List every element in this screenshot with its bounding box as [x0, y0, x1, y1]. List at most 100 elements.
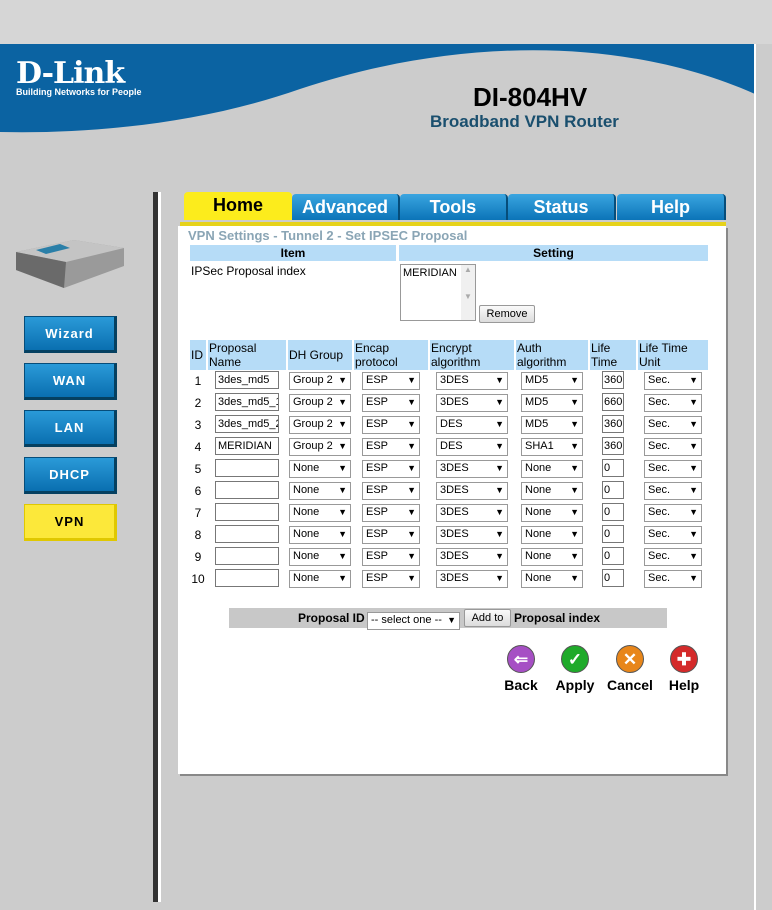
selected-value: ESP: [366, 506, 389, 518]
life-time-input[interactable]: 360: [602, 414, 624, 433]
proposal-name-input[interactable]: [215, 458, 279, 477]
table-row: 7 None ▼ ESP ▼ 3DES ▼ None ▼ 0 Sec. ▼: [190, 502, 708, 524]
dh-group-select[interactable]: None ▼: [289, 482, 351, 500]
encap-protocol-select[interactable]: ESP ▼: [362, 460, 420, 478]
encrypt-algorithm-select[interactable]: 3DES ▼: [436, 570, 508, 588]
proposal-name-input[interactable]: [215, 568, 279, 587]
auth-algorithm-select[interactable]: None ▼: [521, 548, 583, 566]
proposal-name-input[interactable]: [215, 524, 279, 543]
dh-group-select[interactable]: Group 2 ▼: [289, 394, 351, 412]
life-time-unit-select[interactable]: Sec. ▼: [644, 416, 702, 434]
encrypt-algorithm-select[interactable]: 3DES ▼: [436, 460, 508, 478]
sidebar-item-wizard[interactable]: Wizard: [24, 316, 117, 353]
remove-button[interactable]: Remove: [479, 305, 535, 323]
encap-protocol-select[interactable]: ESP ▼: [362, 482, 420, 500]
life-time-unit-select[interactable]: Sec. ▼: [644, 372, 702, 390]
model-name: DI-804HV: [473, 82, 588, 112]
encrypt-algorithm-select[interactable]: DES ▼: [436, 438, 508, 456]
encap-protocol-select[interactable]: ESP ▼: [362, 438, 420, 456]
encap-protocol-select[interactable]: ESP ▼: [362, 372, 420, 390]
dh-group-select[interactable]: None ▼: [289, 548, 351, 566]
chevron-down-icon: ▼: [689, 397, 698, 407]
auth-algorithm-select[interactable]: MD5 ▼: [521, 394, 583, 412]
encrypt-algorithm-select[interactable]: 3DES ▼: [436, 482, 508, 500]
dh-group-select[interactable]: Group 2 ▼: [289, 438, 351, 456]
life-time-unit-select[interactable]: Sec. ▼: [644, 394, 702, 412]
dh-group-select[interactable]: None ▼: [289, 570, 351, 588]
tab-status[interactable]: Status: [508, 194, 616, 220]
encrypt-algorithm-select[interactable]: 3DES ▼: [436, 504, 508, 522]
life-time-input[interactable]: 360: [602, 436, 624, 455]
life-time-unit-select[interactable]: Sec. ▼: [644, 460, 702, 478]
encap-protocol-select[interactable]: ESP ▼: [362, 526, 420, 544]
proposal-name-input[interactable]: [215, 502, 279, 521]
encap-protocol-select[interactable]: ESP ▼: [362, 570, 420, 588]
selected-value: Sec.: [648, 462, 671, 474]
proposal-name-input[interactable]: MERIDIAN: [215, 436, 279, 455]
life-time-input[interactable]: 660: [602, 392, 624, 411]
encrypt-algorithm-select[interactable]: 3DES ▼: [436, 548, 508, 566]
life-time-unit-select[interactable]: Sec. ▼: [644, 482, 702, 500]
encrypt-algorithm-select[interactable]: DES ▼: [436, 416, 508, 434]
tab-help[interactable]: Help: [617, 194, 726, 220]
life-time-input[interactable]: 0: [602, 546, 624, 565]
encap-protocol-select[interactable]: ESP ▼: [362, 416, 420, 434]
tab-advanced[interactable]: Advanced: [292, 194, 400, 220]
divider: [158, 192, 161, 902]
encap-protocol-select[interactable]: ESP ▼: [362, 548, 420, 566]
selected-value: None: [293, 528, 320, 540]
dh-group-select[interactable]: None ▼: [289, 504, 351, 522]
proposal-id-select[interactable]: -- select one -- ▼: [367, 612, 460, 630]
chevron-down-icon: ▼: [689, 529, 698, 539]
scrollbar[interactable]: ▲ ▼: [461, 265, 475, 320]
auth-algorithm-select[interactable]: None ▼: [521, 526, 583, 544]
back-button[interactable]: ⇐ Back: [491, 645, 551, 693]
proposal-name-input[interactable]: 3des_md5_1: [215, 392, 279, 411]
life-time-input[interactable]: 0: [602, 458, 624, 477]
encrypt-algorithm-select[interactable]: 3DES ▼: [436, 526, 508, 544]
sidebar-item-dhcp[interactable]: DHCP: [24, 457, 117, 494]
tab-tools[interactable]: Tools: [400, 194, 508, 220]
dh-group-select[interactable]: None ▼: [289, 460, 351, 478]
auth-algorithm-select[interactable]: MD5 ▼: [521, 372, 583, 390]
auth-algorithm-select[interactable]: SHA1 ▼: [521, 438, 583, 456]
life-time-unit-select[interactable]: Sec. ▼: [644, 526, 702, 544]
auth-algorithm-select[interactable]: MD5 ▼: [521, 416, 583, 434]
encap-protocol-select[interactable]: ESP ▼: [362, 394, 420, 412]
cancel-button[interactable]: ✕ Cancel: [600, 645, 660, 693]
sidebar-item-vpn[interactable]: VPN: [24, 504, 117, 541]
encap-protocol-select[interactable]: ESP ▼: [362, 504, 420, 522]
auth-algorithm-select[interactable]: None ▼: [521, 482, 583, 500]
proposal-name-input[interactable]: [215, 546, 279, 565]
auth-algorithm-select[interactable]: None ▼: [521, 570, 583, 588]
encrypt-algorithm-select[interactable]: 3DES ▼: [436, 394, 508, 412]
proposal-index-listbox[interactable]: MERIDIAN ▲ ▼: [400, 264, 476, 321]
life-time-input[interactable]: 360: [602, 370, 624, 389]
apply-button[interactable]: ✓ Apply: [545, 645, 605, 693]
life-time-unit-select[interactable]: Sec. ▼: [644, 548, 702, 566]
auth-algorithm-select[interactable]: None ▼: [521, 460, 583, 478]
proposal-name-input[interactable]: 3des_md5_2: [215, 414, 279, 433]
selected-value: Sec.: [648, 550, 671, 562]
add-to-button[interactable]: Add to: [464, 609, 511, 627]
proposal-name-input[interactable]: 3des_md5: [215, 370, 279, 389]
life-time-unit-select[interactable]: Sec. ▼: [644, 570, 702, 588]
dh-group-select[interactable]: Group 2 ▼: [289, 372, 351, 390]
life-time-unit-select[interactable]: Sec. ▼: [644, 504, 702, 522]
life-time-input[interactable]: 0: [602, 480, 624, 499]
dh-group-select[interactable]: None ▼: [289, 526, 351, 544]
sidebar-item-wan[interactable]: WAN: [24, 363, 117, 400]
encrypt-algorithm-select[interactable]: 3DES ▼: [436, 372, 508, 390]
life-time-input[interactable]: 0: [602, 502, 624, 521]
life-time-input[interactable]: 0: [602, 524, 624, 543]
life-time-unit-select[interactable]: Sec. ▼: [644, 438, 702, 456]
sidebar-item-lan[interactable]: LAN: [24, 410, 117, 447]
help-button[interactable]: ✚ Help: [654, 645, 714, 693]
life-time-input[interactable]: 0: [602, 568, 624, 587]
proposal-index-label: IPSec Proposal index: [191, 264, 306, 278]
proposal-name-input[interactable]: [215, 480, 279, 499]
tab-home[interactable]: Home: [184, 192, 292, 220]
auth-algorithm-select[interactable]: None ▼: [521, 504, 583, 522]
dh-group-select[interactable]: Group 2 ▼: [289, 416, 351, 434]
selected-value: ESP: [366, 528, 389, 540]
